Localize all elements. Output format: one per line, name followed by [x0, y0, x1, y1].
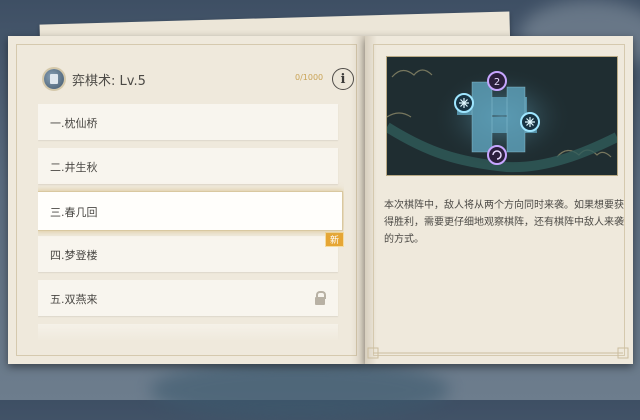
preview-map: 2: [387, 57, 617, 175]
list-fade: [38, 316, 344, 340]
snowflake-portal-icon: [520, 112, 540, 132]
xp-progress-text: 0/1000: [295, 73, 324, 82]
lock-icon: [315, 291, 326, 305]
stage-label: 一.枕仙桥: [50, 117, 98, 130]
chessboard-preview: 2: [386, 56, 618, 176]
info-button[interactable]: i: [332, 68, 354, 90]
stage-label: 五.双燕来: [50, 293, 98, 306]
background-blur: [150, 360, 450, 420]
swirl-portal-icon: 2: [487, 71, 507, 91]
stage-list[interactable]: 一.枕仙桥 二.井生秋 三.春几回 四.梦登楼 新 五.双燕来: [38, 104, 344, 340]
new-badge: 新: [325, 232, 344, 247]
stage-label: 二.井生秋: [50, 161, 98, 174]
stage-item-2[interactable]: 二.井生秋: [38, 148, 338, 184]
stage-label: 四.梦登楼: [50, 249, 98, 262]
snowflake-portal-icon: [454, 93, 474, 113]
book-icon: [44, 69, 64, 89]
stage-item-5[interactable]: 五.双燕来: [38, 280, 338, 316]
skill-level-title: 弈棋术: Lv.5: [72, 74, 146, 89]
marker-number: 2: [494, 77, 500, 88]
page-ornament: [367, 347, 629, 359]
swirl-portal-icon: [487, 145, 507, 165]
stage-item-4[interactable]: 四.梦登楼 新: [38, 232, 344, 272]
stage-description: 本次棋阵中，敌人将从两个方向同时来袭。如果想要获得胜利，需要更仔细地观察棋阵，还…: [384, 200, 624, 245]
stage-item-3-selected[interactable]: 三.春几回: [38, 191, 343, 231]
skill-header: 弈棋术: Lv.5 0/1000 i: [40, 63, 358, 97]
stage-item-1[interactable]: 一.枕仙桥: [38, 104, 338, 140]
stage-label: 三.春几回: [50, 206, 98, 219]
